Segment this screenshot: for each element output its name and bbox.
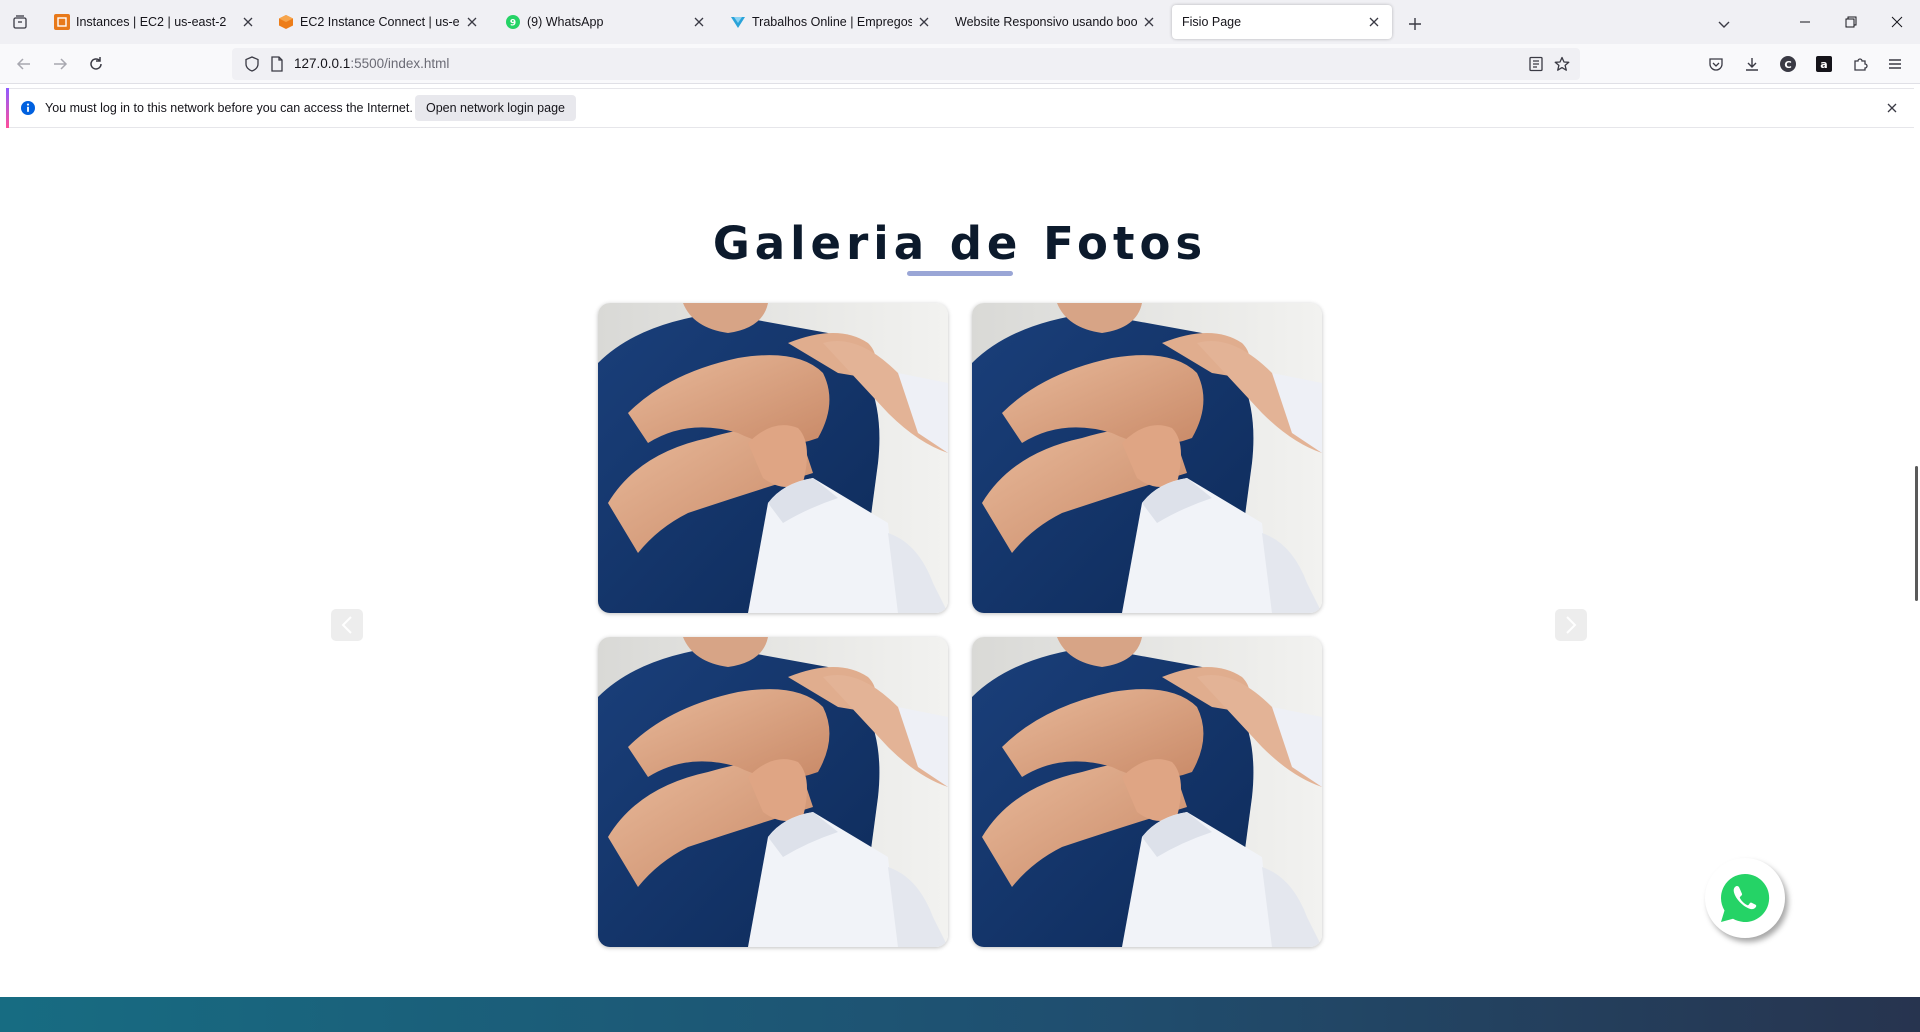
amazon-icon[interactable]: a — [1812, 52, 1836, 76]
carousel-next-button[interactable] — [1555, 609, 1587, 641]
shield-icon[interactable] — [244, 56, 260, 72]
gallery-photo[interactable] — [972, 637, 1322, 947]
tab-label: Trabalhos Online | Empregos de — [752, 15, 912, 29]
close-tab-icon[interactable] — [464, 14, 480, 30]
navigation-toolbar: 127.0.0.1:5500/index.html C a — [0, 44, 1920, 84]
tab-fisio-page[interactable]: Fisio Page — [1172, 5, 1392, 39]
whatsapp-float-button[interactable] — [1705, 858, 1785, 938]
pocket-icon[interactable] — [1704, 52, 1728, 76]
chevron-left-icon — [341, 616, 352, 634]
page-viewport: Galeria de Fotos — [0, 133, 1920, 1032]
close-tab-icon[interactable] — [916, 14, 932, 30]
tab-whatsapp[interactable]: 9 (9) WhatsApp — [495, 5, 717, 39]
close-tab-icon[interactable] — [1366, 14, 1382, 30]
tab-label: Fisio Page — [1182, 15, 1242, 29]
minimize-icon[interactable] — [1782, 0, 1828, 44]
svg-text:9: 9 — [510, 19, 516, 29]
close-notification-icon[interactable] — [1884, 100, 1900, 116]
extensions-puzzle-icon[interactable] — [1848, 52, 1872, 76]
tab-ec2-instances[interactable]: Instances | EC2 | us-east-2 — [44, 5, 266, 39]
tab-label: (9) WhatsApp — [527, 15, 604, 29]
title-underline — [907, 271, 1013, 276]
gallery-title: Galeria de Fotos — [712, 217, 1208, 270]
extension-c-icon[interactable]: C — [1776, 52, 1800, 76]
back-arrow-icon[interactable] — [11, 51, 37, 77]
gallery-photo[interactable] — [598, 303, 948, 613]
gallery-photo[interactable] — [598, 637, 948, 947]
info-icon — [20, 100, 36, 116]
gallery-photo[interactable] — [972, 303, 1322, 613]
svg-text:a: a — [1820, 58, 1827, 71]
tab-website-responsivo[interactable]: Website Responsivo usando bootstrap — [945, 5, 1167, 39]
menu-hamburger-icon[interactable] — [1883, 52, 1907, 76]
physio-elbow-photo — [598, 637, 948, 947]
url-text[interactable]: 127.0.0.1:5500/index.html — [294, 56, 449, 71]
open-login-page-button[interactable]: Open network login page — [415, 95, 576, 121]
physio-elbow-photo — [972, 303, 1322, 613]
tab-strip: Instances | EC2 | us-east-2 EC2 Instance… — [0, 0, 1920, 44]
address-bar[interactable]: 127.0.0.1:5500/index.html — [232, 48, 1580, 80]
close-window-icon[interactable] — [1874, 0, 1920, 44]
footer-band — [0, 997, 1920, 1032]
chevron-right-icon — [1566, 616, 1577, 634]
notification-accent-strip — [6, 88, 9, 128]
physio-elbow-photo — [972, 637, 1322, 947]
reload-icon[interactable] — [83, 51, 109, 77]
scrollbar-thumb[interactable] — [1915, 466, 1918, 601]
forward-arrow-icon[interactable] — [47, 51, 73, 77]
url-host: 127.0.0.1 — [294, 56, 351, 71]
tab-label: EC2 Instance Connect | us-east-2 — [300, 15, 460, 29]
whatsapp-icon: 9 — [505, 14, 521, 30]
download-icon[interactable] — [1740, 52, 1764, 76]
physio-elbow-photo — [598, 303, 948, 613]
ec2-cube-icon — [278, 14, 294, 30]
page-icon[interactable] — [269, 56, 285, 72]
bookmark-star-icon[interactable] — [1554, 56, 1570, 72]
carousel-prev-button[interactable] — [331, 609, 363, 641]
aws-icon — [54, 14, 70, 30]
tab-trabalhos-online[interactable]: Trabalhos Online | Empregos de — [720, 5, 942, 39]
restore-icon[interactable] — [1828, 0, 1874, 44]
list-all-tabs-icon[interactable] — [8, 10, 32, 34]
tab-label: Instances | EC2 | us-east-2 — [76, 15, 227, 29]
tab-label: Website Responsivo usando bootstrap — [955, 15, 1137, 29]
close-tab-icon[interactable] — [1141, 14, 1157, 30]
new-tab-icon[interactable] — [1403, 12, 1427, 36]
notification-message: You must log in to this network before y… — [45, 101, 413, 115]
tab-ec2-instance-connect[interactable]: EC2 Instance Connect | us-east-2 — [268, 5, 490, 39]
url-path: :5500/index.html — [350, 56, 450, 71]
svg-text:C: C — [1784, 60, 1791, 71]
workana-icon — [730, 14, 746, 30]
whatsapp-icon — [1720, 873, 1770, 922]
close-tab-icon[interactable] — [691, 14, 707, 30]
chevron-down-icon[interactable] — [1712, 12, 1736, 36]
reader-view-icon[interactable] — [1528, 56, 1544, 72]
close-tab-icon[interactable] — [240, 14, 256, 30]
